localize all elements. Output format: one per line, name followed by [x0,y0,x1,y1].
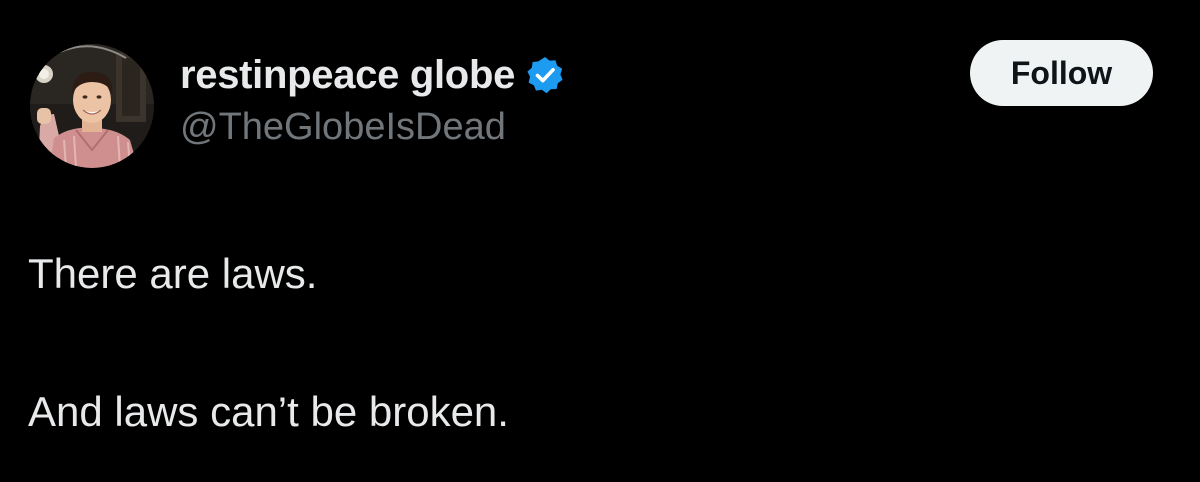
tweet-card: restinpeace globe @TheGlobeIsDead Follow… [0,0,1200,482]
display-name[interactable]: restinpeace globe [180,53,515,98]
profile-photo-icon [30,44,154,168]
author-name-row: restinpeace globe [180,50,565,100]
follow-button[interactable]: Follow [970,40,1153,106]
author-handle[interactable]: @TheGlobeIsDead [180,106,506,149]
tweet-text-line: And laws can’t be broken. [28,388,509,435]
verified-badge-icon[interactable] [525,55,565,95]
avatar[interactable] [30,44,154,168]
tweet-text-line: There are laws. [28,250,318,297]
